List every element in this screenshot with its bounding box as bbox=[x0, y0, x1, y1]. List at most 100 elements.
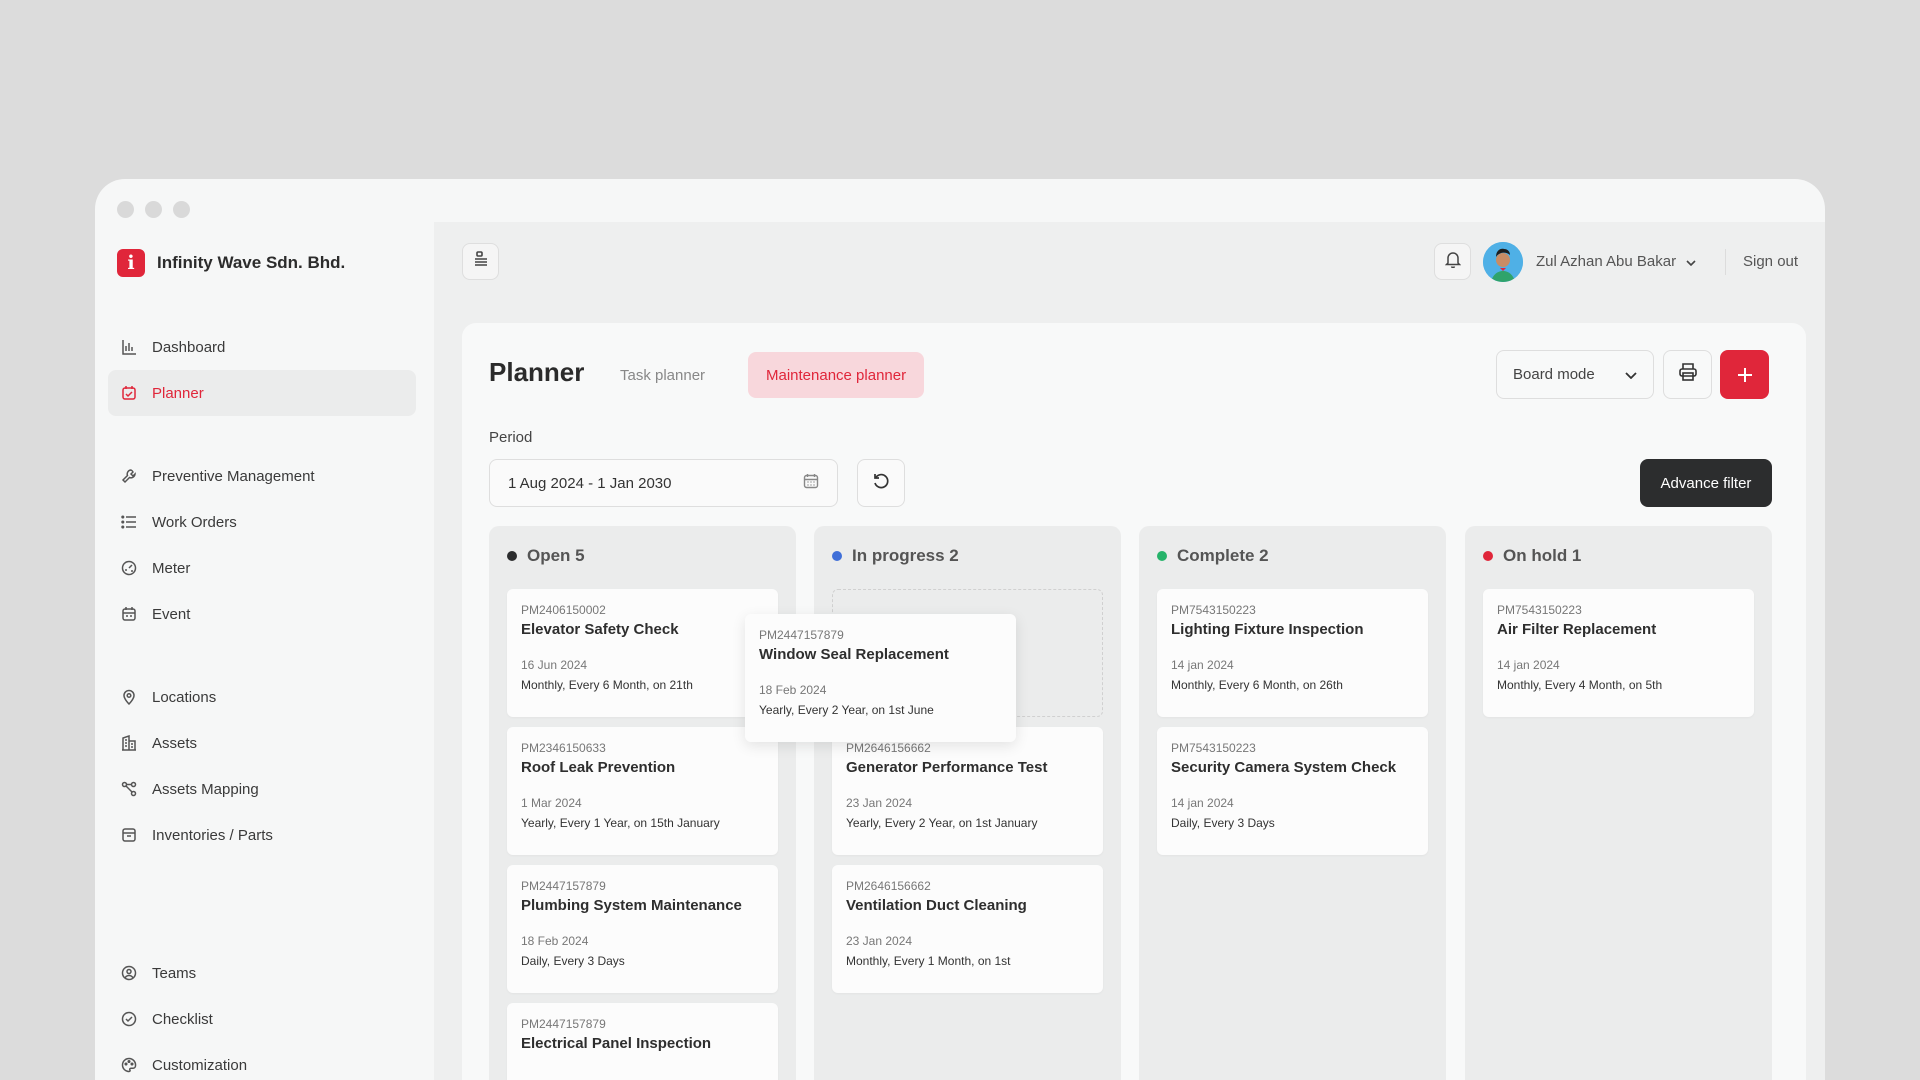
card-date: 18 Feb 2024 bbox=[521, 934, 589, 948]
task-card[interactable]: PM2646156662 Ventilation Duct Cleaning 2… bbox=[832, 865, 1103, 993]
planner-panel: Planner Task planner Maintenance planner… bbox=[462, 323, 1806, 1080]
minimize-dot[interactable] bbox=[145, 201, 162, 218]
card-title: Window Seal Replacement bbox=[759, 646, 949, 663]
avatar[interactable] bbox=[1483, 242, 1523, 282]
sidebar-item-label: Dashboard bbox=[152, 338, 226, 356]
sidebar-item-event[interactable]: Event bbox=[108, 591, 416, 637]
card-schedule: Monthly, Every 6 Month, on 21th bbox=[521, 678, 693, 692]
card-date: 14 jan 2024 bbox=[1497, 658, 1560, 672]
building-icon bbox=[120, 734, 138, 752]
sidebar-item-work-orders[interactable]: Work Orders bbox=[108, 499, 416, 545]
status-dot bbox=[1157, 551, 1167, 561]
sidebar-item-locations[interactable]: Locations bbox=[108, 674, 416, 720]
view-mode-select[interactable]: Board mode bbox=[1496, 350, 1654, 399]
reset-period-button[interactable] bbox=[857, 459, 905, 507]
chevron-down-icon bbox=[1686, 253, 1696, 270]
period-date-range-input[interactable]: 1 Aug 2024 - 1 Jan 2030 bbox=[489, 459, 838, 507]
period-value: 1 Aug 2024 - 1 Jan 2030 bbox=[508, 474, 672, 492]
sidebar-item-label: Event bbox=[152, 605, 191, 623]
card-schedule: Yearly, Every 2 Year, on 1st June bbox=[759, 703, 934, 717]
status-dot bbox=[1483, 551, 1493, 561]
card-code: PM7543150223 bbox=[1171, 603, 1256, 617]
notifications-button[interactable] bbox=[1434, 243, 1471, 280]
list-icon bbox=[120, 513, 138, 531]
sidebar-item-meter[interactable]: Meter bbox=[108, 545, 416, 591]
column-title: Open 5 bbox=[527, 546, 585, 565]
card-title: Plumbing System Maintenance bbox=[521, 897, 742, 914]
card-schedule: Daily, Every 3 Days bbox=[1171, 816, 1275, 830]
task-card[interactable]: PM2346150633 Roof Leak Prevention 1 Mar … bbox=[507, 727, 778, 855]
sidebar-item-label: Meter bbox=[152, 559, 191, 577]
main-area: Zul Azhan Abu Bakar Sign out Planner Tas… bbox=[434, 222, 1825, 1080]
advance-filter-button[interactable]: Advance filter bbox=[1640, 459, 1772, 507]
pin-icon bbox=[120, 688, 138, 706]
sidebar-item-label: Checklist bbox=[152, 1010, 213, 1028]
close-dot[interactable] bbox=[117, 201, 134, 218]
check-circle-icon bbox=[120, 1010, 138, 1028]
task-card[interactable]: PM2646156662 Generator Performance Test … bbox=[832, 727, 1103, 855]
sidebar-item-label: Teams bbox=[152, 964, 197, 982]
card-code: PM2447157879 bbox=[521, 879, 606, 893]
card-title: Elevator Safety Check bbox=[521, 621, 679, 638]
add-button[interactable] bbox=[1720, 350, 1769, 399]
wrench-icon bbox=[120, 467, 138, 485]
page-title: Planner bbox=[489, 357, 585, 387]
box-icon bbox=[120, 826, 138, 844]
nav-group-settings: Teams Checklist Customization bbox=[108, 950, 416, 1080]
sidebar-item-label: Locations bbox=[152, 688, 217, 706]
sidebar-item-preventive-management[interactable]: Preventive Management bbox=[108, 453, 416, 499]
sidebar-toggle-button[interactable] bbox=[462, 243, 499, 280]
topbar: Zul Azhan Abu Bakar Sign out bbox=[434, 222, 1825, 302]
printer-icon bbox=[1678, 362, 1698, 387]
print-button[interactable] bbox=[1663, 350, 1712, 399]
sign-out-link[interactable]: Sign out bbox=[1743, 253, 1798, 270]
card-schedule: Monthly, Every 6 Month, on 26th bbox=[1171, 678, 1343, 692]
card-schedule: Yearly, Every 2 Year, on 1st January bbox=[846, 816, 1038, 830]
user-menu[interactable]: Zul Azhan Abu Bakar bbox=[1536, 253, 1696, 270]
sidebar-item-dashboard[interactable]: Dashboard bbox=[108, 324, 416, 370]
task-card[interactable]: PM7543150223 Air Filter Replacement 14 j… bbox=[1483, 589, 1754, 717]
sidebar-item-label: Work Orders bbox=[152, 513, 237, 531]
sidebar-item-customization[interactable]: Customization bbox=[108, 1042, 416, 1080]
task-card[interactable]: PM2447157879 Plumbing System Maintenance… bbox=[507, 865, 778, 993]
sidebar-item-inventories-parts[interactable]: Inventories / Parts bbox=[108, 812, 416, 858]
card-title: Electrical Panel Inspection bbox=[521, 1035, 712, 1052]
brand[interactable]: i Infinity Wave Sdn. Bhd. bbox=[117, 249, 345, 277]
sidebar-item-checklist[interactable]: Checklist bbox=[108, 996, 416, 1042]
brand-name: Infinity Wave Sdn. Bhd. bbox=[157, 253, 346, 272]
task-card[interactable]: PM2406150002 Elevator Safety Check 16 Ju… bbox=[507, 589, 778, 717]
card-date: 14 jan 2024 bbox=[1171, 658, 1234, 672]
sidebar-item-label: Assets bbox=[152, 734, 198, 752]
card-title: Ventilation Duct Cleaning bbox=[846, 897, 1027, 914]
task-card[interactable]: PM2447157879 Electrical Panel Inspection bbox=[507, 1003, 778, 1080]
sidebar-item-assets[interactable]: Assets bbox=[108, 720, 416, 766]
sidebar-item-label: Planner bbox=[152, 384, 204, 402]
card-date: 14 jan 2024 bbox=[1171, 796, 1234, 810]
period-label: Period bbox=[489, 429, 533, 446]
column-header: Open 5 bbox=[507, 546, 585, 566]
plus-icon bbox=[1737, 359, 1753, 390]
calendar-icon bbox=[120, 384, 138, 402]
brand-logo: i bbox=[117, 249, 145, 277]
tab-maintenance-planner[interactable]: Maintenance planner bbox=[748, 352, 925, 398]
task-card[interactable]: PM7543150223 Lighting Fixture Inspection… bbox=[1157, 589, 1428, 717]
board-column-complete: Complete 2 PM7543150223 Lighting Fixture… bbox=[1139, 526, 1446, 1080]
sidebar-item-planner[interactable]: Planner bbox=[108, 370, 416, 416]
card-schedule: Monthly, Every 4 Month, on 5th bbox=[1497, 678, 1663, 692]
column-title: In progress 2 bbox=[852, 546, 959, 565]
column-header: In progress 2 bbox=[832, 546, 959, 566]
task-card[interactable]: PM7543150223 Security Camera System Chec… bbox=[1157, 727, 1428, 855]
card-date: 23 Jan 2024 bbox=[846, 934, 913, 948]
card-title: Lighting Fixture Inspection bbox=[1171, 621, 1364, 638]
sidebar-item-teams[interactable]: Teams bbox=[108, 950, 416, 996]
tab-task-planner[interactable]: Task planner bbox=[602, 352, 723, 398]
card-schedule: Monthly, Every 1 Month, on 1st bbox=[846, 954, 1011, 968]
board-column-open: Open 5 PM2406150002 Elevator Safety Chec… bbox=[489, 526, 796, 1080]
maximize-dot[interactable] bbox=[173, 201, 190, 218]
card-date: 18 Feb 2024 bbox=[759, 683, 827, 697]
status-dot bbox=[507, 551, 517, 561]
card-schedule: Daily, Every 3 Days bbox=[521, 954, 625, 968]
dragging-task-card[interactable]: PM2447157879 Window Seal Replacement 18 … bbox=[745, 614, 1016, 742]
sidebar-item-assets-mapping[interactable]: Assets Mapping bbox=[108, 766, 416, 812]
card-code: PM2646156662 bbox=[846, 879, 931, 893]
